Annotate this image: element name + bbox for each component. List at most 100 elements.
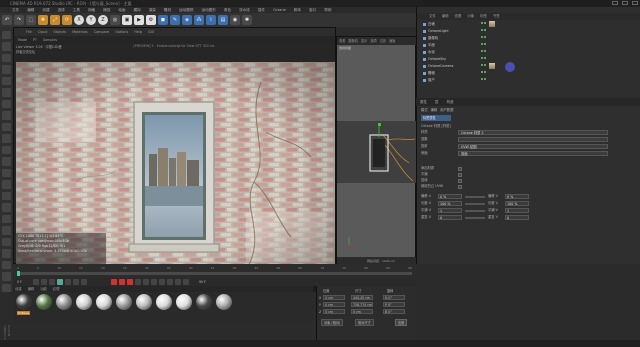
object-visibility-dots[interactable] [481,57,487,61]
lock-icon[interactable] [2,145,11,155]
prev-frame-icon[interactable] [49,279,55,285]
attr-mode-label[interactable]: 模式 [421,108,428,113]
perspective-menu-item[interactable]: 显示 [361,37,367,45]
render-view-icon[interactable]: ▣ [122,15,132,25]
param-key-icon[interactable] [159,279,165,285]
extrude-icon[interactable] [2,214,11,224]
points-icon[interactable] [2,31,11,40]
auto-key-icon[interactable] [119,279,125,285]
y-axis-icon[interactable]: Y [86,15,96,25]
polygons-icon[interactable] [2,53,11,63]
offset-value[interactable]: 1 [438,208,462,213]
object-menu-item[interactable]: 文件 [429,13,436,20]
timeline-playhead[interactable] [17,271,20,276]
smooth-icon[interactable] [2,272,11,281]
material-tag-icon[interactable] [489,63,495,69]
attribute-tab[interactable]: 属性 [420,98,427,106]
offset-value[interactable]: 0 [438,215,462,220]
rotate-icon[interactable]: ⟳ [62,15,72,25]
object-menu-item[interactable]: 查看 [455,13,462,20]
brush-icon[interactable] [2,249,11,258]
coord-size[interactable]: 444.45 cm [351,295,373,300]
next-frame-icon[interactable] [65,279,71,285]
move-icon[interactable]: ✥ [38,15,48,25]
snap-icon[interactable] [2,99,11,109]
timeline-track[interactable] [17,272,412,275]
prev-key-icon[interactable] [41,279,47,285]
bridge-icon[interactable] [2,203,11,212]
select-icon[interactable]: ⬚ [26,15,36,25]
object-visibility-dots[interactable] [481,64,487,68]
object-visibility-dots[interactable] [481,50,487,54]
coord-position[interactable]: 0 cm [322,302,345,307]
object-visibility-dots[interactable] [481,29,487,33]
object-menu-item[interactable]: 标签 [480,13,487,20]
viewport-sub-item[interactable]: Samples [43,36,57,44]
solo-icon[interactable] [2,122,11,132]
offset-value[interactable]: 1 [505,208,529,213]
deform-icon[interactable]: ⌇ [206,15,216,25]
redo-icon[interactable]: ↷ [14,15,24,25]
bevel-icon[interactable] [2,226,11,235]
coord-rotation[interactable]: B 0° [383,309,405,314]
viewport-menu-item[interactable]: Help [134,28,142,36]
perspective-menu-item[interactable]: 选项 [370,37,376,45]
pla-key-icon[interactable] [167,279,173,285]
knife-icon[interactable] [2,191,11,201]
object-visibility-dots[interactable] [481,22,487,26]
material-slot[interactable] [75,294,92,320]
scale-icon[interactable]: ⤢ [50,15,60,25]
grid-icon[interactable] [2,157,11,166]
sculpt-icon[interactable] [2,260,11,270]
material-slot[interactable]: OcBane [15,294,32,320]
coord-position[interactable]: 0 cm [323,309,346,314]
perspective-menu-item[interactable]: 摄像机 [348,37,358,45]
layers-icon[interactable] [2,134,11,143]
attribute-value[interactable]: 双面 [458,151,608,156]
perspective-menu-item[interactable]: 面板 [389,37,395,45]
material-slot[interactable] [35,294,52,320]
viewport-menu-item[interactable]: Objects [53,28,66,36]
record-icon[interactable] [111,279,117,285]
checkbox[interactable] [458,184,462,189]
coord-size[interactable]: 0 cm [351,309,373,314]
next-key-icon[interactable] [73,279,79,285]
motion-icon[interactable] [175,279,181,285]
workplane-icon[interactable] [2,111,11,120]
play-icon[interactable] [57,279,63,285]
keyframe-selection-icon[interactable] [127,279,133,285]
attribute-value[interactable] [458,137,608,142]
coords-size-mode[interactable]: 绝对尺寸 [355,319,374,326]
position-key-icon[interactable] [135,279,141,285]
perspective-menu-item[interactable]: 过滤 [380,37,386,45]
array-icon[interactable]: ⁂ [194,15,204,25]
attribute-value[interactable]: Octane 材质 2 [458,130,608,135]
checkbox[interactable] [458,172,462,177]
material-tag-icon[interactable] [489,21,495,27]
attribute-tab[interactable]: 层 [435,98,439,106]
attribute-value[interactable]: UVW 贴图 [458,144,608,149]
coord-position[interactable]: 0 cm [323,295,346,300]
offset-value[interactable]: 100 % [438,201,462,206]
coord-rotation[interactable]: H 0° [383,295,405,300]
first-frame-icon[interactable] [33,279,39,285]
rotation-key-icon[interactable] [143,279,149,285]
material-slot[interactable] [195,294,212,320]
minimize-button[interactable] [612,1,618,5]
coord-rotation[interactable]: P 0° [383,302,405,307]
pen-icon[interactable]: ✎ [170,15,180,25]
object-visibility-dots[interactable] [481,36,487,40]
render-settings-icon[interactable]: ⚙ [146,15,156,25]
material-slot[interactable] [55,294,72,320]
texture-icon[interactable] [2,76,11,86]
undo-icon[interactable]: ↶ [2,15,12,25]
last-frame-icon[interactable] [81,279,87,285]
material-slot[interactable] [95,294,112,320]
object-visibility-dots[interactable] [481,78,487,82]
attribute-tab[interactable]: 构造 [447,98,454,106]
offset-value[interactable]: 100 % [505,201,529,206]
material-slot[interactable] [215,294,232,320]
timeline-icon[interactable] [183,279,189,285]
apply-button[interactable]: 应用 [395,319,408,326]
perspective-menu-item[interactable]: 查看 [339,37,345,45]
